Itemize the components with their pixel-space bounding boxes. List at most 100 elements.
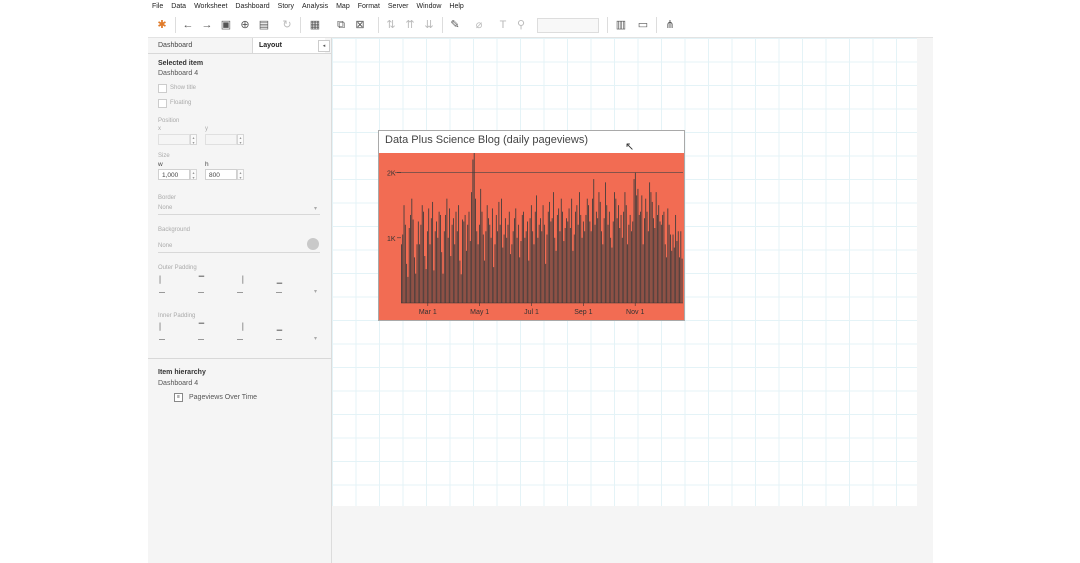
width-stepper[interactable]: ▴ ▾ — [190, 169, 197, 180]
fix-axes-icon[interactable]: ⚲ — [514, 18, 528, 32]
menu-dashboard[interactable]: Dashboard — [235, 0, 269, 13]
collapse-panel-icon[interactable]: ◂ — [318, 40, 330, 52]
tab-dashboard[interactable]: Dashboard — [158, 38, 192, 53]
top-padding-icon[interactable]: ▔ — [197, 276, 206, 285]
bar — [554, 237, 556, 303]
bottom-padding-icon[interactable]: ▁ — [275, 276, 284, 285]
menu-server[interactable]: Server — [388, 0, 409, 13]
duplicate-sheet-icon[interactable]: ⧉ — [334, 18, 348, 32]
bar — [627, 244, 628, 303]
bar — [527, 221, 528, 303]
bar — [499, 224, 501, 303]
show-title-checkbox[interactable] — [158, 84, 167, 93]
menu-file[interactable]: File — [152, 0, 163, 13]
outer-left-value[interactable] — [159, 292, 165, 293]
fit-dropdown[interactable] — [537, 18, 599, 33]
menu-story[interactable]: Story — [278, 0, 294, 13]
bar — [580, 214, 582, 303]
bar — [455, 211, 457, 303]
width-field[interactable]: 1,000 — [158, 169, 190, 180]
bar — [664, 244, 666, 303]
hierarchy-child[interactable]: Pageviews Over Time — [189, 394, 257, 401]
left-padding-icon[interactable]: ▏ — [158, 323, 167, 332]
chevron-down-icon[interactable]: ▾ — [314, 288, 317, 295]
height-stepper[interactable]: ▴ ▾ — [237, 169, 244, 180]
inner-left-value[interactable] — [159, 339, 165, 340]
bar — [572, 250, 574, 303]
bar — [673, 247, 675, 303]
tableau-logo-icon[interactable]: ✱ — [155, 18, 169, 32]
border-dropdown[interactable]: None — [158, 205, 172, 211]
right-padding-icon[interactable]: ▕ — [236, 323, 245, 332]
left-padding-icon[interactable]: ▏ — [158, 276, 167, 285]
floating-checkbox[interactable] — [158, 99, 167, 108]
highlight-icon[interactable]: ✎ — [448, 18, 462, 32]
chart-area: 1K 2K Mar 1 May 1 Jul 1 Sep 1 Nov 1 — [379, 153, 684, 320]
bar — [602, 244, 604, 303]
chevron-down-icon[interactable]: ▾ — [314, 335, 317, 342]
background-color-swatch[interactable] — [307, 238, 319, 250]
outer-right-value[interactable] — [237, 292, 243, 293]
outer-top-value[interactable] — [198, 292, 204, 293]
hierarchy-root[interactable]: Dashboard 4 — [158, 380, 198, 387]
bar — [401, 244, 402, 303]
size-label: Size — [158, 153, 170, 159]
bar — [406, 263, 408, 303]
menu-window[interactable]: Window — [417, 0, 442, 13]
bar — [543, 224, 545, 303]
sort-descending-icon[interactable]: ⇊ — [422, 18, 436, 32]
outer-bottom-value[interactable] — [276, 292, 282, 293]
canvas-margin — [917, 38, 933, 506]
bar — [423, 211, 424, 303]
save-icon[interactable]: ▣ — [219, 18, 233, 32]
position-y-field[interactable] — [205, 134, 237, 145]
x-tick-label: Mar 1 — [419, 309, 437, 316]
position-x-stepper[interactable]: ▴ ▾ — [190, 134, 197, 145]
share-icon[interactable]: ⋔ — [663, 18, 677, 32]
pause-updates-icon[interactable]: ▤ — [257, 18, 271, 32]
bar — [426, 231, 428, 303]
menu-data[interactable]: Data — [171, 0, 186, 13]
bar — [666, 257, 667, 303]
bar — [510, 254, 511, 303]
menu-worksheet[interactable]: Worksheet — [194, 0, 227, 13]
position-x-field[interactable] — [158, 134, 190, 145]
bar — [625, 205, 627, 303]
bar — [456, 231, 458, 303]
show-cards-icon[interactable]: ▥ — [614, 18, 628, 32]
swap-rows-columns-icon[interactable]: ⇅ — [384, 18, 398, 32]
bar — [442, 273, 444, 303]
clear-sheet-icon[interactable]: ⊠ — [353, 18, 367, 32]
chevron-down-icon[interactable]: ▾ — [314, 205, 317, 212]
show-mark-labels-icon[interactable]: T — [496, 18, 510, 32]
refresh-icon[interactable]: ↻ — [280, 18, 294, 32]
inner-right-value[interactable] — [237, 339, 243, 340]
bar — [532, 231, 534, 303]
right-padding-icon[interactable]: ▕ — [236, 276, 245, 285]
menu-map[interactable]: Map — [336, 0, 350, 13]
bar — [598, 192, 600, 303]
new-worksheet-icon[interactable]: ▦ — [308, 18, 322, 32]
inner-top-value[interactable] — [198, 339, 204, 340]
redo-icon[interactable]: → — [200, 18, 214, 32]
tab-layout[interactable]: Layout — [252, 38, 325, 53]
menu-analysis[interactable]: Analysis — [302, 0, 328, 13]
undo-icon[interactable]: ← — [181, 18, 195, 32]
new-data-source-icon[interactable]: ⊕ — [238, 18, 252, 32]
bar — [471, 192, 473, 303]
position-y-stepper[interactable]: ▴ ▾ — [237, 134, 244, 145]
bottom-padding-icon[interactable]: ▁ — [275, 323, 284, 332]
presentation-mode-icon[interactable]: ▭ — [636, 18, 650, 32]
menu-help[interactable]: Help — [449, 0, 463, 13]
menu-format[interactable]: Format — [358, 0, 380, 13]
bar — [494, 244, 496, 303]
inner-bottom-value[interactable] — [276, 339, 282, 340]
sort-ascending-icon[interactable]: ⇈ — [403, 18, 417, 32]
bar — [568, 208, 570, 303]
pageviews-chart[interactable]: Data Plus Science Blog (daily pageviews)… — [378, 130, 685, 321]
top-padding-icon[interactable]: ▔ — [197, 323, 206, 332]
background-value[interactable]: None — [158, 243, 172, 249]
worksheet-icon: ≡ — [174, 393, 183, 402]
group-members-icon[interactable]: ⌀ — [472, 18, 486, 32]
height-field[interactable]: 800 — [205, 169, 237, 180]
